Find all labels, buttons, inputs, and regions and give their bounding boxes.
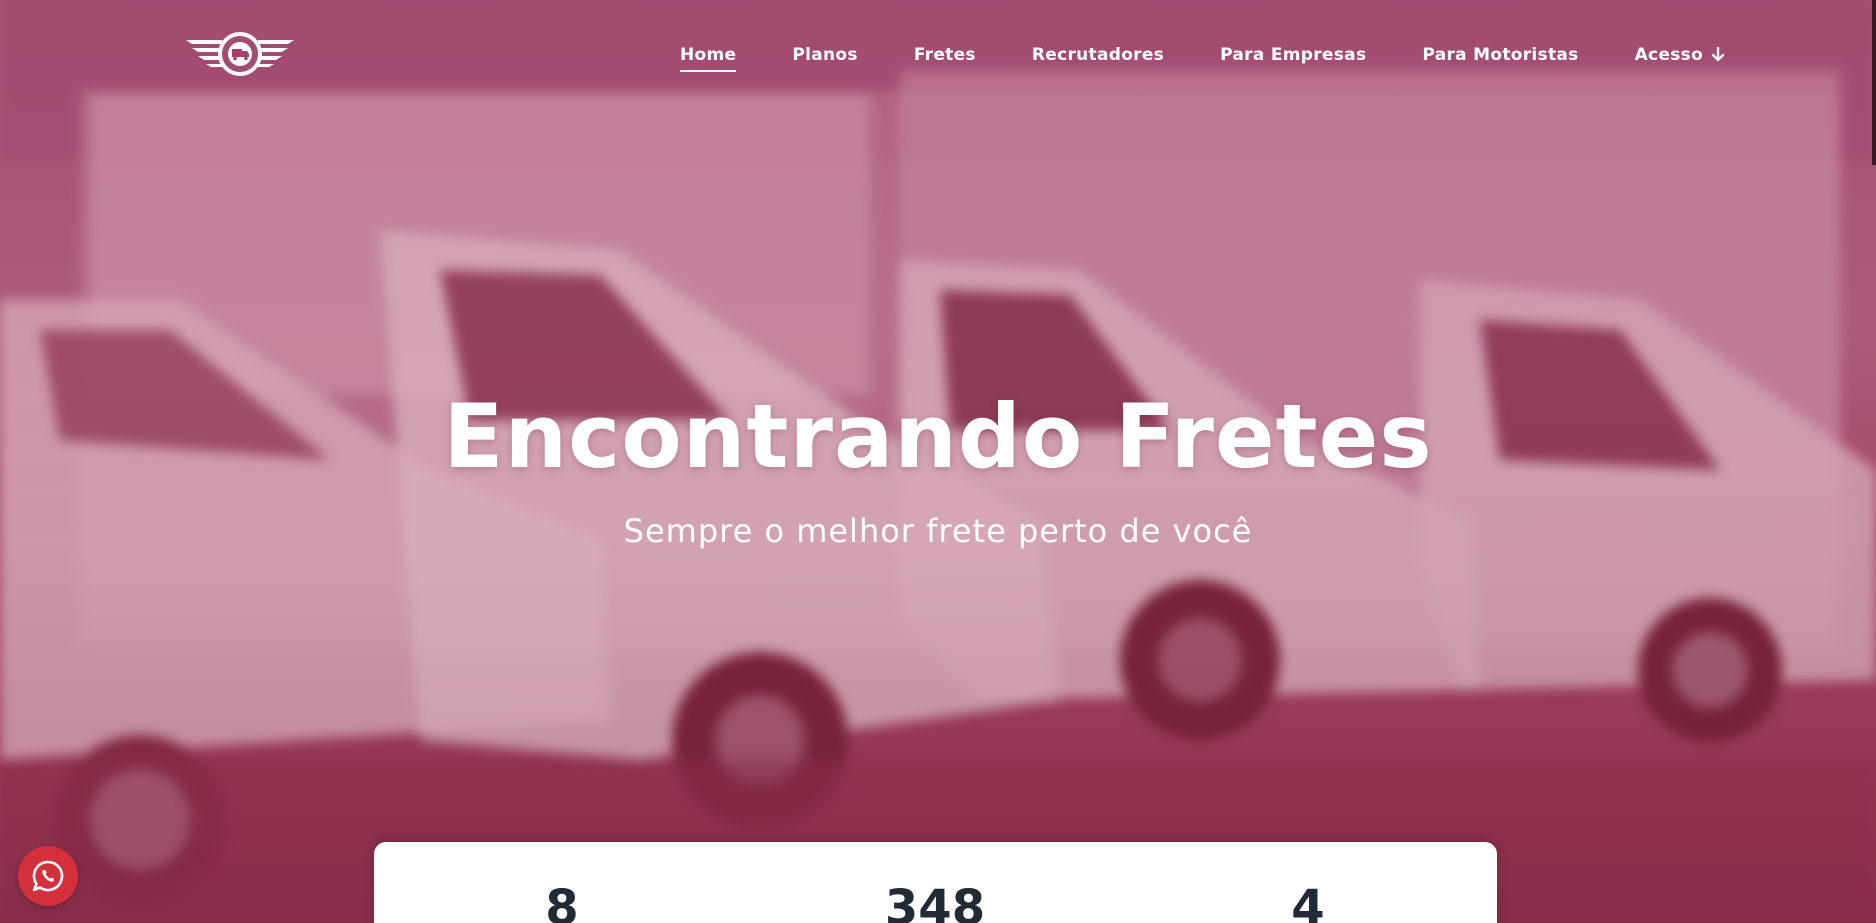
stat-value-3: 4 <box>1291 880 1325 923</box>
nav-acesso[interactable]: Acesso <box>1635 45 1725 65</box>
arrow-down-icon <box>1711 47 1725 62</box>
stat-value-1: 8 <box>545 880 579 923</box>
nav-para-empresas[interactable]: Para Empresas <box>1220 45 1366 65</box>
hero-subtitle: Sempre o melhor frete perto de você <box>623 512 1253 550</box>
whatsapp-button[interactable] <box>18 846 78 906</box>
nav-planos[interactable]: Planos <box>792 45 857 65</box>
nav-home[interactable]: Home <box>680 45 737 72</box>
stat-value-2: 348 <box>884 880 986 923</box>
site-logo[interactable] <box>184 30 296 80</box>
winged-truck-logo-icon <box>186 32 294 76</box>
hero-title: Encontrando Fretes <box>443 385 1433 488</box>
scrollbar-thumb[interactable] <box>1872 0 1876 165</box>
whatsapp-icon <box>32 860 64 892</box>
nav-recrutadores[interactable]: Recrutadores <box>1032 45 1164 65</box>
stats-card: 8 348 4 <box>374 842 1497 923</box>
nav-fretes[interactable]: Fretes <box>914 45 976 65</box>
nav-para-motoristas[interactable]: Para Motoristas <box>1422 45 1578 65</box>
main-nav: Home Planos Fretes Recrutadores Para Emp… <box>680 42 1781 72</box>
nav-acesso-label: Acesso <box>1634 45 1704 65</box>
